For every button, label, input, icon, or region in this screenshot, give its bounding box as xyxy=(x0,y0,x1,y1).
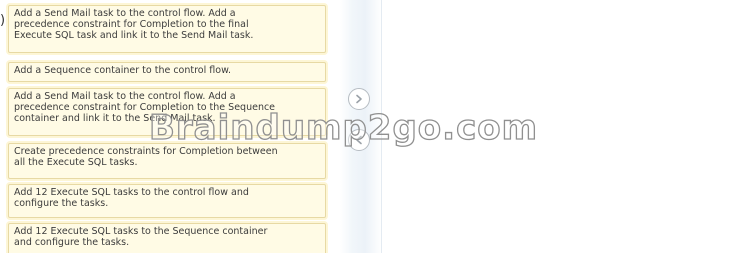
move-right-button[interactable] xyxy=(348,88,370,110)
drag-drop-question-area: ) Add a Send Mail task to the control fl… xyxy=(0,0,738,253)
action-item-add-sequence-container[interactable]: Add a Sequence container to the control … xyxy=(8,62,326,82)
action-item-precedence-constraints[interactable]: Create precedence constraints for Comple… xyxy=(8,143,326,179)
chevron-left-icon xyxy=(356,135,362,145)
chevron-right-icon xyxy=(356,94,362,104)
move-left-button[interactable] xyxy=(348,129,370,151)
answer-marker: ) xyxy=(0,13,6,28)
action-item-send-mail-sequence[interactable]: Add a Send Mail task to the control flow… xyxy=(8,88,326,136)
action-item-sql-tasks-control-flow[interactable]: Add 12 Execute SQL tasks to the control … xyxy=(8,184,326,218)
divider-line xyxy=(381,0,382,253)
action-item-sql-tasks-sequence[interactable]: Add 12 Execute SQL tasks to the Sequence… xyxy=(8,223,326,253)
action-item-send-mail-final-sql[interactable]: Add a Send Mail task to the control flow… xyxy=(8,5,326,53)
divider-band xyxy=(340,0,382,253)
